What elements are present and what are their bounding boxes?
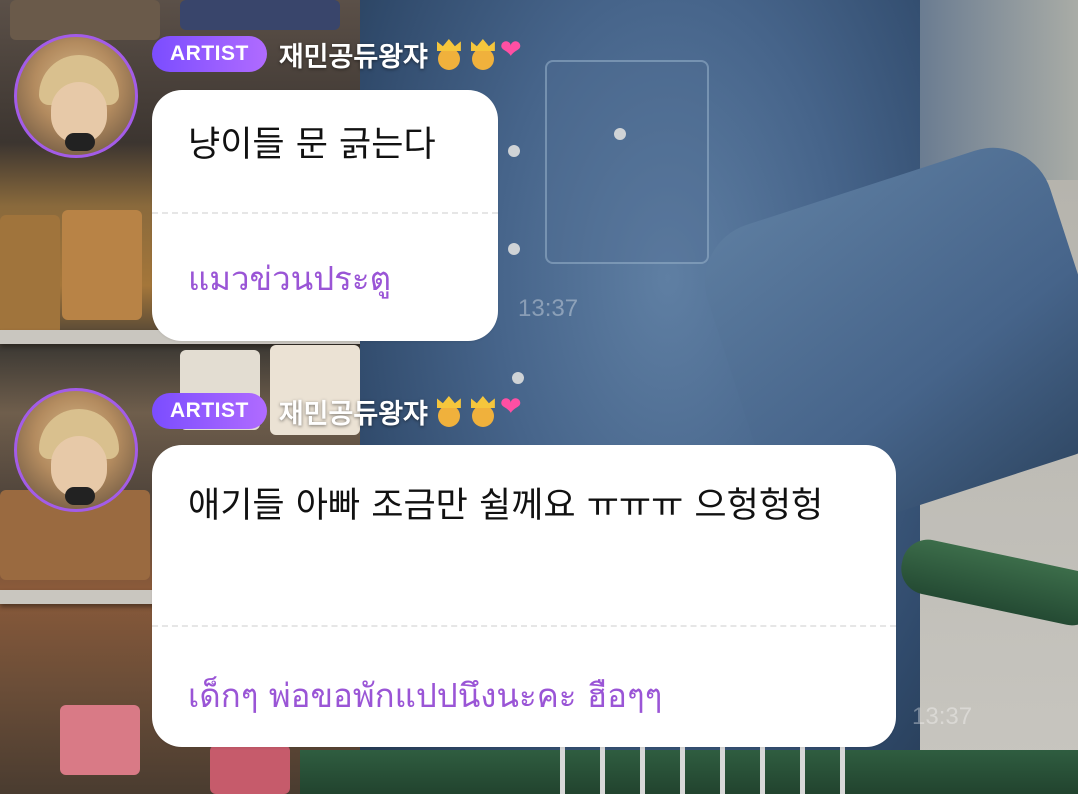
shelf-product [60, 705, 140, 775]
jacket-button [512, 372, 524, 384]
avatar-mic [65, 133, 95, 151]
prince-emoji-icon [466, 394, 500, 428]
translation-text: เด็กๆ พ่อขอพักแปปนึงนะคะ ฮือๆๆ [188, 676, 663, 715]
artist-badge: ARTIST [152, 393, 267, 429]
avatar[interactable] [14, 34, 138, 158]
prince-emoji-icon [466, 37, 500, 71]
message-bubble[interactable]: 냥이들 문 긁는다 แมวข่วนประตู [152, 90, 498, 341]
message-bubble[interactable]: 애기들 아빠 조금만 쉴께요 ㅠㅠㅠ 으헝헝헝 เด็กๆ พ่อขอพักแป… [152, 445, 896, 747]
shelf-product [0, 215, 60, 335]
timestamp: 13:37 [518, 295, 579, 322]
shopping-cart [300, 750, 1078, 794]
message-header: ARTIST 재민공듀왕쟈 ❤ [152, 34, 534, 74]
jacket-pocket [545, 60, 709, 264]
prince-emoji-icon [432, 394, 466, 428]
shelf-product [62, 210, 142, 320]
message-header: ARTIST 재민공듀왕쟈 ❤ [152, 391, 534, 431]
avatar[interactable] [14, 388, 138, 512]
username-emojis: ❤ [432, 37, 534, 71]
jacket-button [508, 243, 520, 255]
timestamp: 13:37 [912, 703, 973, 730]
message-text: 냥이들 문 긁는다 [188, 125, 436, 165]
jacket-button [508, 145, 520, 157]
two-hearts-emoji-icon: ❤ [499, 392, 522, 422]
username-emojis: ❤ [432, 394, 534, 428]
shelf-product [210, 745, 290, 794]
username[interactable]: 재민공듀왕쟈 [279, 35, 428, 74]
shelf-product [180, 0, 340, 30]
two-hearts-emoji-icon: ❤ [499, 35, 522, 65]
username[interactable]: 재민공듀왕쟈 [279, 392, 428, 431]
jacket-button [614, 128, 626, 140]
avatar-mic [65, 487, 95, 505]
translation-text: แมวข่วนประตู [188, 259, 392, 298]
prince-emoji-icon [432, 37, 466, 71]
message-text: 애기들 아빠 조금만 쉴께요 ㅠㅠㅠ 으헝헝헝 [188, 486, 824, 526]
artist-badge: ARTIST [152, 36, 267, 72]
